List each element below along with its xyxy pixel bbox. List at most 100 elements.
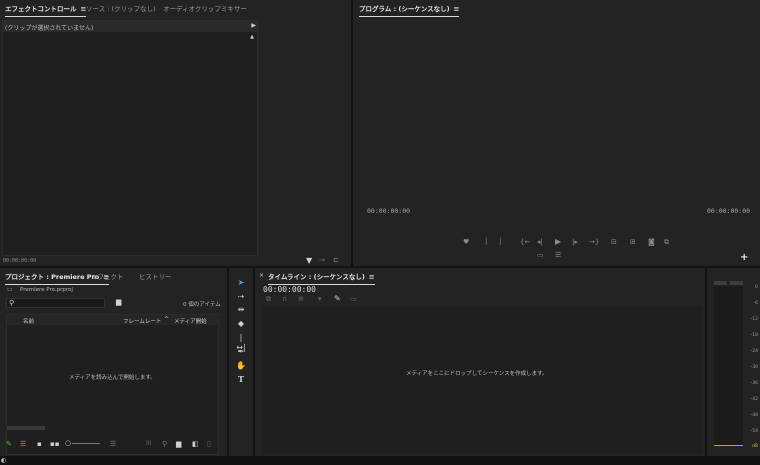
linked-selection-icon[interactable]: ⊕: [298, 296, 304, 303]
timeline-timecode[interactable]: 00:00:00:00: [263, 285, 316, 294]
mark-out-icon[interactable]: |: [499, 238, 501, 245]
find-icon[interactable]: ⚲: [162, 440, 167, 448]
meter-label-48: -48: [750, 413, 758, 418]
no-clip-message: (クリップが選択されていません): [5, 25, 94, 32]
meter-floor-line: [714, 445, 743, 446]
nest-icon[interactable]: ⧉: [266, 296, 271, 303]
razor-tool-icon[interactable]: ◆: [235, 319, 247, 329]
mark-in-icon[interactable]: |: [485, 238, 487, 245]
program-monitor-title[interactable]: プログラム : (シーケンスなし) ≡: [359, 3, 460, 17]
tab-effect-controls[interactable]: エフェクトコントロール ≡: [5, 3, 87, 17]
scroll-up-icon[interactable]: ▲: [250, 34, 254, 40]
program-timecode-left[interactable]: 00:00:00:00: [367, 207, 410, 215]
meter-peak-indicator-left: [714, 281, 727, 285]
safe-margins-icon[interactable]: ▭: [537, 252, 544, 259]
sort-up-icon[interactable]: ^: [164, 316, 169, 323]
snap-icon[interactable]: ∩: [282, 296, 287, 303]
wrench-icon[interactable]: ✎: [334, 295, 341, 303]
zoom-slider-handle[interactable]: ○: [65, 439, 71, 447]
close-icon[interactable]: ×: [259, 272, 264, 279]
add-button-icon[interactable]: +: [740, 252, 748, 263]
pen-tool-icon[interactable]: ✒: [235, 347, 247, 357]
automate-to-sequence-icon[interactable]: III: [146, 440, 151, 447]
program-monitor-panel: プログラム : (シーケンスなし) ≡ 00:00:00:00 00:00:00:…: [353, 0, 760, 266]
column-frame-rate[interactable]: フレームレート: [123, 317, 161, 325]
zoom-slider-track[interactable]: [72, 443, 100, 444]
column-media-start[interactable]: メディア開始: [174, 317, 207, 325]
hamburger-icon[interactable]: ≡: [454, 5, 460, 13]
step-back-icon[interactable]: ◂|: [537, 239, 543, 246]
selection-tool-icon[interactable]: ➤: [235, 278, 247, 288]
effect-controls-content: (クリップが選択されていません) ▶ ▲: [2, 20, 259, 256]
timeline-panel: × タイムライン : (シーケンスなし) ≡ 00:00:00:00 ⧉ ∩ ⊕ …: [255, 268, 705, 456]
effect-controls-panel: エフェクトコントロール ≡ ソース : (クリップなし) オーディオクリップミキサ…: [0, 0, 351, 266]
project-file-icon: ▭: [7, 286, 13, 293]
filter-icon[interactable]: ▼: [306, 256, 312, 265]
list-settings-icon[interactable]: ☰: [555, 252, 561, 259]
play-icon[interactable]: ▶: [555, 238, 561, 246]
meter-peak-indicator-right: [730, 281, 743, 285]
hamburger-icon[interactable]: ≡: [369, 273, 375, 281]
meter-label-30: -30: [750, 365, 758, 370]
program-timecode-right: 00:00:00:00: [707, 207, 751, 215]
go-to-in-icon[interactable]: {←: [520, 239, 530, 246]
pencil-icon[interactable]: ✎: [6, 440, 12, 448]
meter-label-42: -42: [750, 397, 758, 402]
project-list: 名前 フレームレート ^ メディア開始 メディアを読み込んで開始します。: [6, 314, 220, 455]
horizontal-scrollbar[interactable]: [7, 426, 45, 430]
tab-audio-clip-mixer[interactable]: オーディオクリップミキサー: [163, 3, 247, 13]
export-icon[interactable]: ⇥: [319, 256, 325, 264]
effect-timecode: 00:00:00:00: [3, 258, 37, 264]
audio-meter-panel: 0 -6 -12 -18 -24 -30 -36 -42 -48 -54 dB: [707, 268, 760, 456]
meter-label-6: -6: [753, 301, 759, 306]
project-panel: プロジェクト : Premiere Pro ≡ エフェクト ヒストリー ▭ Pre…: [0, 268, 227, 456]
step-forward-icon[interactable]: |▸: [572, 239, 578, 246]
status-bar: ◐: [0, 457, 760, 465]
hand-tool-icon[interactable]: ✋: [235, 361, 247, 371]
ripple-edit-tool-icon[interactable]: ⇹: [235, 305, 247, 315]
no-clip-header: (クリップが選択されていません) ▶: [3, 21, 259, 32]
column-name[interactable]: 名前: [23, 317, 34, 325]
timeline-empty-message: メディアをここにドロップしてシーケンスを作成します。: [406, 371, 548, 377]
new-bin-from-search-icon[interactable]: ▆: [116, 298, 121, 306]
meter-label-54: -54: [750, 429, 758, 434]
search-input[interactable]: ⚲: [6, 298, 105, 308]
compare-icon[interactable]: ⧉: [664, 239, 669, 246]
timeline-title[interactable]: タイムライン : (シーケンスなし) ≡: [268, 271, 375, 285]
status-indicator-icon[interactable]: ◐: [1, 457, 6, 464]
new-bin-icon[interactable]: ▆: [176, 440, 181, 448]
tab-effects[interactable]: エフェクト: [91, 271, 124, 281]
meter-label-db: dB: [752, 444, 758, 449]
tab-history[interactable]: ヒストリー: [139, 271, 172, 281]
search-icon: ⚲: [9, 299, 15, 307]
sort-icons-icon[interactable]: ☰: [110, 440, 116, 448]
camera-icon[interactable]: ◙: [648, 239, 655, 246]
timeline-track-area[interactable]: メディアをここにドロップしてシーケンスを作成します。: [263, 306, 703, 454]
expand-right-icon[interactable]: ▶: [251, 22, 256, 29]
icon-view-icon[interactable]: ▪: [37, 440, 42, 448]
tools-panel: ➤ ⇢ ⇹ ◆ |↔| ✒ ✋ T: [229, 268, 253, 456]
freeform-view-icon[interactable]: ▪▪: [50, 440, 60, 448]
trash-icon[interactable]: ▯: [207, 440, 211, 448]
project-empty-message: メディアを読み込んで開始します。: [69, 375, 156, 381]
meter-label-24: -24: [750, 349, 758, 354]
add-marker-icon[interactable]: ▾: [318, 296, 322, 303]
captions-icon[interactable]: ▭: [350, 296, 357, 303]
tab-source[interactable]: ソース : (クリップなし): [86, 3, 156, 13]
meter-label-0: 0: [755, 285, 758, 290]
effect-panel-tabbar: エフェクトコントロール ≡ ソース : (クリップなし) オーディオクリップミキサ…: [0, 0, 351, 17]
settings-icon[interactable]: ⊏: [333, 256, 339, 264]
insert-icon[interactable]: ⊟: [611, 239, 617, 246]
new-item-icon[interactable]: ◧: [192, 440, 199, 448]
meter-label-18: -18: [750, 333, 758, 338]
item-count: 0 個のアイテム: [183, 302, 221, 308]
list-view-icon[interactable]: ☰: [20, 440, 26, 448]
marker-icon[interactable]: ♥: [463, 239, 469, 246]
track-select-tool-icon[interactable]: ⇢: [235, 292, 247, 302]
type-tool-icon[interactable]: T: [235, 374, 247, 384]
meter-label-12: -12: [750, 317, 758, 322]
project-file-name: Premiere Pro.prproj: [20, 287, 73, 293]
go-to-out-icon[interactable]: →}: [589, 239, 599, 246]
overwrite-icon[interactable]: ⊞: [630, 239, 636, 246]
slip-tool-icon[interactable]: |↔|: [235, 333, 247, 352]
